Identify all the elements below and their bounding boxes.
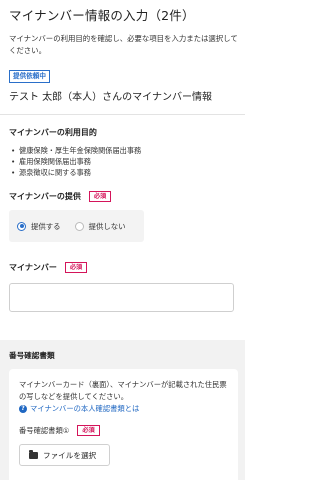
document-card: マイナンバーカード（裏面）、マイナンバーが記載された住民票の写しなどを提供してく… [9,369,238,480]
provide-label: マイナンバーの提供 [9,192,81,201]
provide-label-row: マイナンバーの提供 必須 [9,191,236,202]
mynumber-section: マイナンバー 必須 [9,262,236,312]
radio-unselected-icon[interactable] [74,221,84,231]
person-title: テスト 太郎（本人）さんのマイナンバー情報 [9,92,212,103]
document-type-row: 番号確認書類① 必須 [19,425,228,436]
mynumber-label: マイナンバー [9,263,57,272]
purpose-section: マイナンバーの利用目的 健康保険・厚生年金保険関係届出事務 雇用保険関係届出事務… [9,127,236,178]
help-link-text[interactable]: マイナンバーの本人確認書類とは [30,403,139,414]
radio-provide-label: 提供する [31,221,61,231]
divider [0,114,245,115]
status-badge: 提供依頼中 [9,70,50,83]
required-badge: 必須 [88,191,112,202]
folder-icon [29,450,38,459]
required-badge: 必須 [77,425,100,436]
help-link[interactable]: ? マイナンバーの本人確認書類とは [19,403,228,414]
page-title: マイナンバー情報の入力（2件） [9,8,195,23]
file-select-button[interactable]: ファイルを選択 [19,444,110,466]
document-type-label: 番号確認書類① [19,425,70,435]
provide-section: マイナンバーの提供 必須 提供する 提供しない [9,191,236,242]
required-badge: 必須 [64,262,88,273]
mynumber-input-page: マイナンバー情報の入力（2件） マイナンバーの利用目的を確認し、必要な項目を入力… [0,0,245,480]
intro-text: マイナンバーの利用目的を確認し、必要な項目を入力または選択してください。 [9,34,238,55]
radio-not-provide-label: 提供しない [88,221,126,231]
mynumber-input[interactable] [9,283,234,312]
provide-radio-group: 提供する 提供しない [9,210,144,242]
document-description: マイナンバーカード（裏面）、マイナンバーが記載された住民票の写しなどを提供してく… [19,380,227,401]
purpose-item: 雇用保険関係届出事務 [9,156,236,167]
question-icon: ? [19,404,27,413]
mynumber-label-row: マイナンバー 必須 [9,262,236,273]
document-section: 番号確認書類 マイナンバーカード（裏面）、マイナンバーが記載された住民票の写しな… [0,340,245,480]
file-select-label: ファイルを選択 [43,450,97,460]
radio-selected-icon[interactable] [17,221,26,231]
radio-provide[interactable]: 提供する [17,221,61,232]
purpose-item: 源泉徴収に関する事務 [9,167,236,178]
main-content: マイナンバー情報の入力（2件） マイナンバーの利用目的を確認し、必要な項目を入力… [0,0,245,312]
document-heading: 番号確認書類 [9,351,55,360]
purpose-list: 健康保険・厚生年金保険関係届出事務 雇用保険関係届出事務 源泉徴収に関する事務 [9,145,236,178]
purpose-label: マイナンバーの利用目的 [9,128,97,137]
radio-not-provide[interactable]: 提供しない [74,221,126,232]
purpose-item: 健康保険・厚生年金保険関係届出事務 [9,145,236,156]
